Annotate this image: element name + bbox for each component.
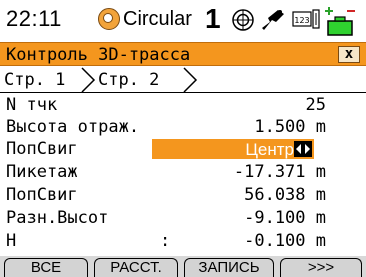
left-right-arrows-icon[interactable]: [294, 141, 312, 157]
field-label: ПопСвиг: [6, 139, 78, 159]
row-reflector-height: Высота отраж. 1.500 m: [0, 117, 366, 139]
row-offset: ПопСвиг 56.038 m: [0, 185, 366, 207]
softkey-dist[interactable]: РАССТ.: [94, 258, 178, 277]
tab-underline: [0, 92, 366, 93]
battery-icon: [325, 7, 355, 36]
row-offset-select: ПопСвиг Центр: [0, 139, 366, 161]
row-height-diff: Разн.Высот -9.100 m: [0, 208, 366, 230]
clock-icon: [98, 8, 120, 30]
svg-text:123: 123: [294, 16, 309, 25]
tab-page-1[interactable]: Стр. 1: [4, 70, 65, 90]
face-indicator: 1: [205, 3, 221, 34]
softkey-more[interactable]: >>>: [280, 258, 362, 277]
field-value: -9.100 m: [244, 208, 326, 228]
row-chainage: Пикетаж -17.371 m: [0, 162, 366, 184]
field-value: 25: [305, 95, 326, 115]
window-title-bar: Контроль 3D-трасса x: [0, 42, 366, 66]
field-value: -17.371 m: [233, 162, 326, 182]
field-colon: :: [160, 231, 171, 251]
softkey-record[interactable]: ЗАПИСЬ: [184, 258, 274, 277]
field-label: N тчк: [6, 95, 58, 115]
status-bar: 22:11 Circular 1 123: [0, 0, 366, 42]
softkey-all[interactable]: ВСЕ: [4, 258, 88, 277]
laser-icon: [262, 10, 284, 30]
close-button[interactable]: x: [338, 46, 360, 63]
field-value: 56.038 m: [244, 185, 326, 205]
field-label: Высота отраж.: [6, 117, 140, 137]
field-value[interactable]: 1.500 m: [254, 117, 326, 137]
field-label: H: [6, 231, 17, 251]
window-title: Контроль 3D-трасса: [6, 45, 191, 65]
field-label: ПопСвиг: [6, 185, 78, 205]
counter-icon: 123: [292, 9, 320, 29]
offset-mode-select[interactable]: Центр: [152, 139, 314, 159]
clock-time: 22:11: [6, 6, 62, 31]
select-value: Центр: [245, 140, 294, 159]
prism-target-icon: [232, 9, 254, 31]
tab-page-2[interactable]: Стр. 2: [98, 70, 159, 90]
row-point-number: N тчк 25: [0, 95, 366, 117]
field-value: -0.100 m: [244, 231, 326, 251]
field-label: Разн.Высот: [6, 208, 109, 228]
tab-end-icon: [183, 67, 198, 93]
tab-separator-icon: [81, 67, 96, 93]
row-h: H : -0.100 m: [0, 231, 366, 253]
measure-mode: Circular: [123, 8, 192, 30]
field-label: Пикетаж: [6, 162, 78, 182]
